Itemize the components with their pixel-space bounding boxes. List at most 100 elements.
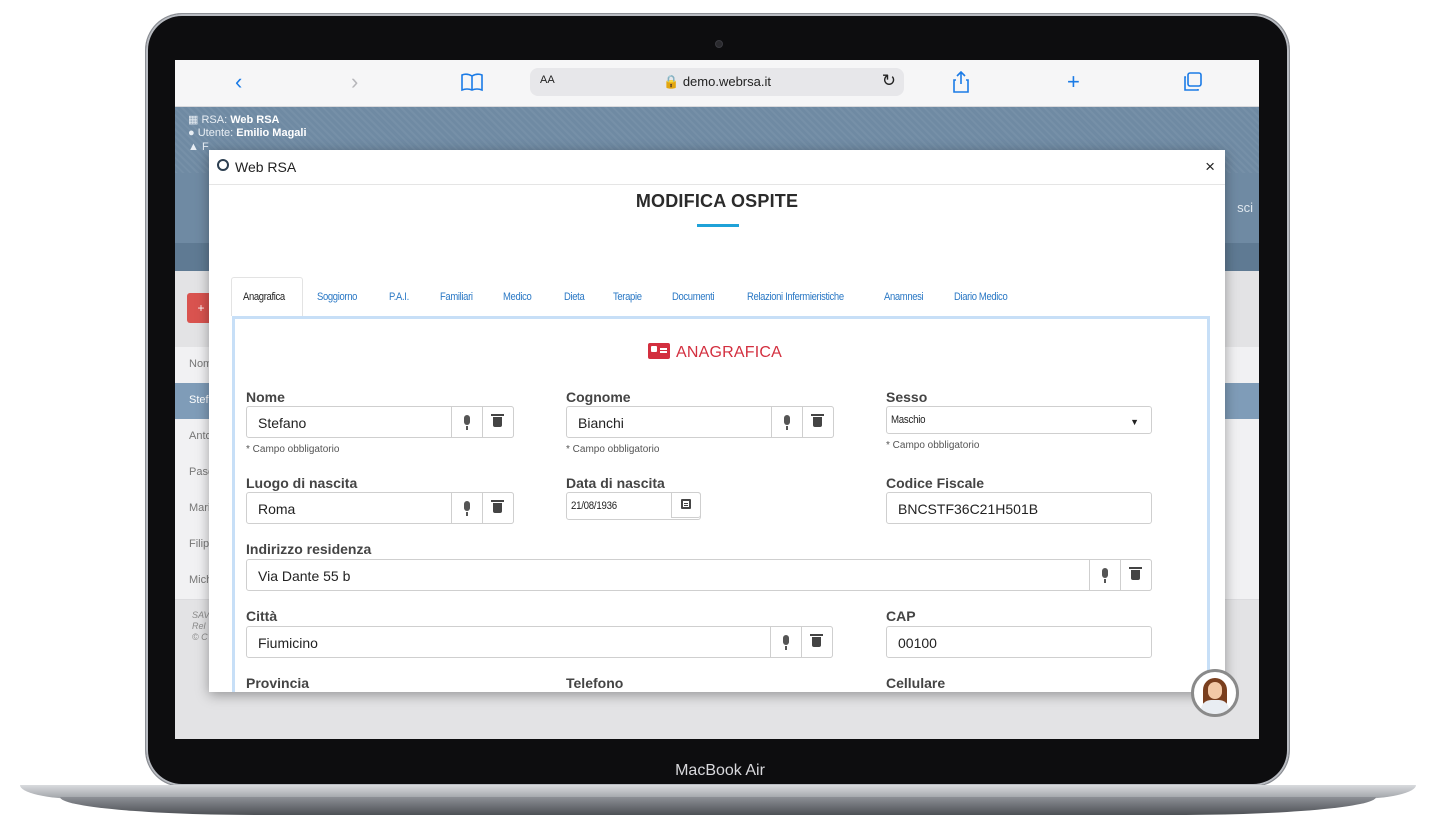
avatar-coat (1201, 700, 1229, 714)
tab-terapie[interactable]: Terapie (613, 277, 642, 313)
sesso-select[interactable]: Maschio ▼ (886, 406, 1152, 434)
webrsa-logo-icon (217, 159, 229, 171)
calendar-button[interactable] (671, 492, 701, 518)
calendar-icon (681, 499, 691, 509)
page-title: MODIFICA OSPITE (635, 191, 799, 211)
id-card-icon (648, 343, 670, 359)
trash-icon (491, 414, 504, 427)
tab-soggiorno[interactable]: Soggiorno (317, 277, 357, 313)
cap-field[interactable]: 00100 (886, 626, 1152, 658)
screen: ‹ › AA 🔒 demo.webrsa.it ↻ + ▦ RSA: Web R… (175, 60, 1259, 739)
section-title: ANAGRAFICA (676, 344, 783, 361)
nome-field[interactable]: Stefano (246, 406, 514, 438)
share-icon[interactable] (952, 70, 970, 98)
microphone-icon (464, 501, 470, 516)
luogo-nascita-mic-button[interactable] (451, 492, 483, 524)
modal-header: Web RSA × (209, 150, 1225, 185)
citta-label: Città (246, 608, 278, 624)
microphone-icon (1102, 568, 1108, 583)
modal-brand: Web RSA (235, 159, 297, 175)
indirizzo-clear-button[interactable] (1120, 559, 1152, 591)
camera (715, 40, 723, 48)
indirizzo-mic-button[interactable] (1089, 559, 1121, 591)
sesso-required-note: * Campo obbligatorio (886, 440, 980, 451)
dropdown-caret-icon: ▼ (1130, 417, 1139, 427)
codice-fiscale-field[interactable]: BNCSTF36C21H501B (886, 492, 1152, 524)
anagrafica-panel: ANAGRAFICA Nome Stefano * Campo obbligat… (232, 316, 1210, 692)
tab-documenti[interactable]: Documenti (672, 277, 714, 313)
title-underline (697, 224, 739, 227)
tab-familiari[interactable]: Familiari (440, 277, 473, 313)
luogo-nascita-value: Roma (258, 501, 296, 517)
trash-icon (811, 414, 824, 427)
sesso-value: Maschio (891, 414, 926, 426)
data-nascita-field[interactable]: 21/08/1936 (566, 492, 701, 520)
cognome-label: Cognome (566, 389, 631, 405)
trash-icon (491, 500, 504, 513)
device-label: MacBook Air (675, 762, 765, 779)
nome-value: Stefano (258, 415, 307, 431)
rsa-line: ▦ RSA: Web RSA (188, 114, 280, 126)
nome-mic-button[interactable] (451, 406, 483, 438)
reload-icon[interactable]: ↻ (882, 71, 896, 91)
microphone-icon (784, 415, 790, 430)
provincia-label: Provincia (246, 675, 310, 691)
citta-clear-button[interactable] (801, 626, 833, 658)
browser-toolbar: ‹ › AA 🔒 demo.webrsa.it ↻ + (175, 60, 1259, 107)
url-text: 🔒 demo.webrsa.it (663, 74, 771, 89)
cognome-value: Bianchi (578, 415, 624, 431)
tab-medico[interactable]: Medico (503, 277, 532, 313)
sesso-label: Sesso (886, 389, 928, 405)
codice-fiscale-value: BNCSTF36C21H501B (898, 501, 1039, 517)
back-icon[interactable]: ‹ (235, 70, 242, 94)
user-line: ● Utente: Emilio Magali (188, 127, 307, 139)
citta-value: Fiumicino (258, 635, 318, 651)
trash-icon (810, 634, 823, 647)
codice-fiscale-label: Codice Fiscale (886, 475, 985, 491)
assistant-avatar[interactable] (1191, 669, 1239, 717)
cognome-field[interactable]: Bianchi (566, 406, 834, 438)
indirizzo-label: Indirizzo residenza (246, 541, 372, 557)
edit-guest-modal: Web RSA × MODIFICA OSPITE Anagrafica Sog… (209, 150, 1225, 692)
new-tab-icon[interactable]: + (1067, 70, 1080, 94)
forward-icon[interactable]: › (351, 70, 358, 94)
tab-anagrafica[interactable]: Anagrafica (243, 277, 285, 313)
address-bar[interactable]: AA 🔒 demo.webrsa.it ↻ (530, 68, 904, 96)
trash-icon (1129, 567, 1142, 580)
citta-mic-button[interactable] (770, 626, 802, 658)
luogo-nascita-label: Luogo di nascita (246, 475, 358, 491)
footer-line: Rel (192, 621, 206, 631)
data-nascita-value: 21/08/1936 (571, 500, 617, 512)
nome-clear-button[interactable] (482, 406, 514, 438)
footer-line: SAV (192, 610, 210, 620)
cap-label: CAP (886, 608, 916, 624)
nome-label: Nome (246, 389, 285, 405)
third-line: ▲ F (188, 141, 209, 153)
avatar-face (1208, 682, 1222, 699)
tab-relazioni-infermieristiche[interactable]: Relazioni Infermieristiche (747, 277, 844, 313)
microphone-icon (464, 415, 470, 430)
footer-line: © C (192, 632, 208, 642)
nome-required-note: * Campo obbligatorio (246, 444, 340, 455)
luogo-nascita-field[interactable]: Roma (246, 492, 514, 524)
band-partial-text[interactable]: sci (1237, 200, 1253, 215)
cognome-clear-button[interactable] (802, 406, 834, 438)
close-icon[interactable]: × (1205, 157, 1215, 177)
indirizzo-value: Via Dante 55 b (258, 568, 351, 584)
tab-dieta[interactable]: Dieta (564, 277, 585, 313)
tab-pai[interactable]: P.A.I. (389, 277, 409, 313)
microphone-icon (783, 635, 789, 650)
luogo-nascita-clear-button[interactable] (482, 492, 514, 524)
cap-value: 00100 (898, 635, 937, 651)
cellulare-label: Cellulare (886, 675, 946, 691)
cognome-required-note: * Campo obbligatorio (566, 444, 660, 455)
tab-anamnesi[interactable]: Anamnesi (884, 277, 924, 313)
telefono-label: Telefono (566, 675, 624, 691)
tab-diario-medico[interactable]: Diario Medico (954, 277, 1008, 313)
cognome-mic-button[interactable] (771, 406, 803, 438)
indirizzo-field[interactable]: Via Dante 55 b (246, 559, 1152, 591)
citta-field[interactable]: Fiumicino (246, 626, 833, 658)
tabs-icon[interactable] (1183, 72, 1203, 97)
bookmarks-icon[interactable] (461, 72, 483, 97)
laptop-base-bottom (60, 797, 1376, 815)
